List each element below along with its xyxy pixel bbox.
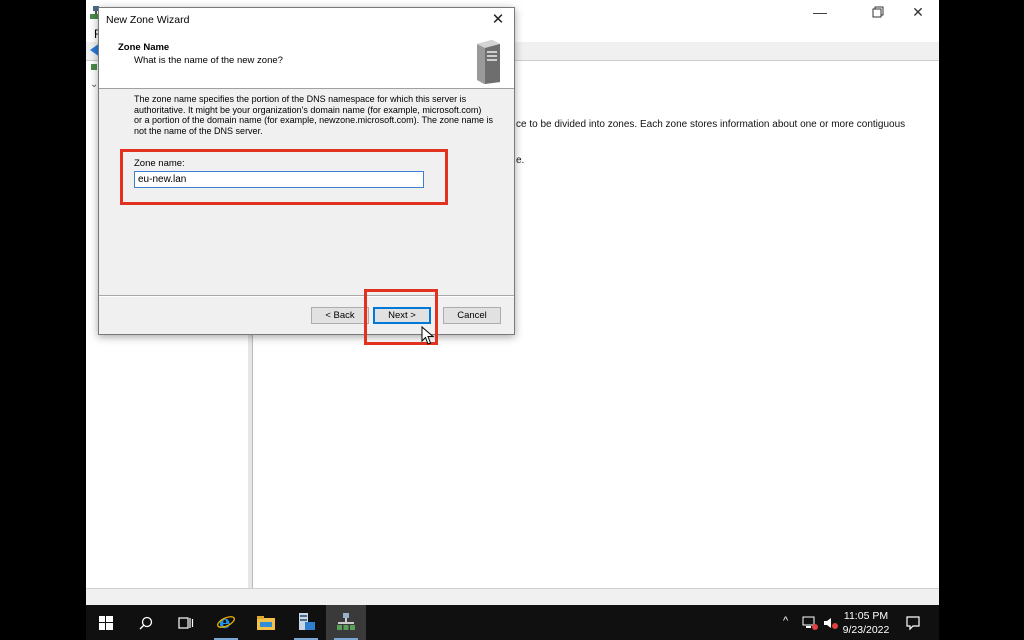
wizard-heading: Zone Name (118, 42, 170, 53)
cancel-button[interactable]: Cancel (443, 307, 501, 324)
new-zone-wizard-dialog: New Zone Wizard ✕ Zone Name What is the … (98, 7, 515, 345)
volume-muted-icon[interactable] (823, 616, 839, 630)
wizard-close-icon[interactable]: ✕ (488, 10, 508, 30)
wizard-button-separator (99, 295, 514, 297)
server-manager-button[interactable] (286, 605, 326, 640)
wizard-title: New Zone Wizard (106, 14, 190, 26)
start-button[interactable] (86, 605, 126, 640)
taskbar: e ^ 11:05 PM 9/23/2022 (86, 605, 939, 640)
back-button[interactable]: < Back (311, 307, 369, 324)
tree-root-icon[interactable] (90, 63, 98, 74)
internet-explorer-button[interactable]: e (206, 605, 246, 640)
wizard-title-bar: New Zone Wizard ✕ (99, 8, 514, 34)
description-line: not the name of the DNS server. (134, 125, 263, 136)
server-tower-icon (477, 40, 500, 84)
clock[interactable]: 11:05 PM 9/23/2022 (838, 609, 894, 637)
task-view-button[interactable] (166, 605, 206, 640)
wizard-description: The zone name specifies the portion of t… (134, 94, 504, 136)
close-window-button[interactable]: ✕ (898, 0, 938, 30)
svg-text:e: e (219, 612, 230, 632)
minimize-button[interactable]: — (800, 0, 840, 30)
windows-start-icon (99, 616, 113, 630)
file-explorer-icon (257, 616, 275, 630)
task-view-icon (178, 617, 194, 629)
mouse-pointer-icon (421, 326, 435, 345)
wizard-header: Zone Name What is the name of the new zo… (99, 34, 514, 89)
status-bar (86, 588, 939, 606)
file-explorer-button[interactable] (246, 605, 286, 640)
restore-icon (872, 6, 884, 18)
server-manager-icon (299, 613, 315, 630)
action-center-icon[interactable] (905, 615, 921, 631)
description-line: The zone name specifies the portion of t… (134, 94, 467, 104)
search-button[interactable] (126, 605, 166, 640)
details-text-line-2: e. (516, 155, 525, 166)
description-line: or a portion of the domain name (for exa… (134, 115, 494, 125)
wizard-subheading: What is the name of the new zone? (134, 55, 283, 66)
clock-date: 9/23/2022 (842, 624, 890, 636)
internet-explorer-icon: e (217, 612, 235, 632)
dns-manager-taskbar-button[interactable] (326, 605, 366, 640)
clock-time: 11:05 PM (843, 610, 889, 622)
screen: — ✕ F ⌄ ce to be divided into zones. Eac… (86, 0, 939, 640)
restore-button[interactable] (858, 0, 898, 30)
zone-name-highlight-box (120, 149, 448, 205)
dns-manager-icon (337, 613, 355, 630)
search-icon (139, 616, 153, 630)
show-hidden-icons-chevron-icon[interactable]: ^ (783, 615, 788, 640)
details-text-line-1: ce to be divided into zones. Each zone s… (516, 119, 906, 130)
description-line: authoritative. It might be your organiza… (134, 104, 482, 115)
network-icon[interactable] (802, 616, 818, 630)
